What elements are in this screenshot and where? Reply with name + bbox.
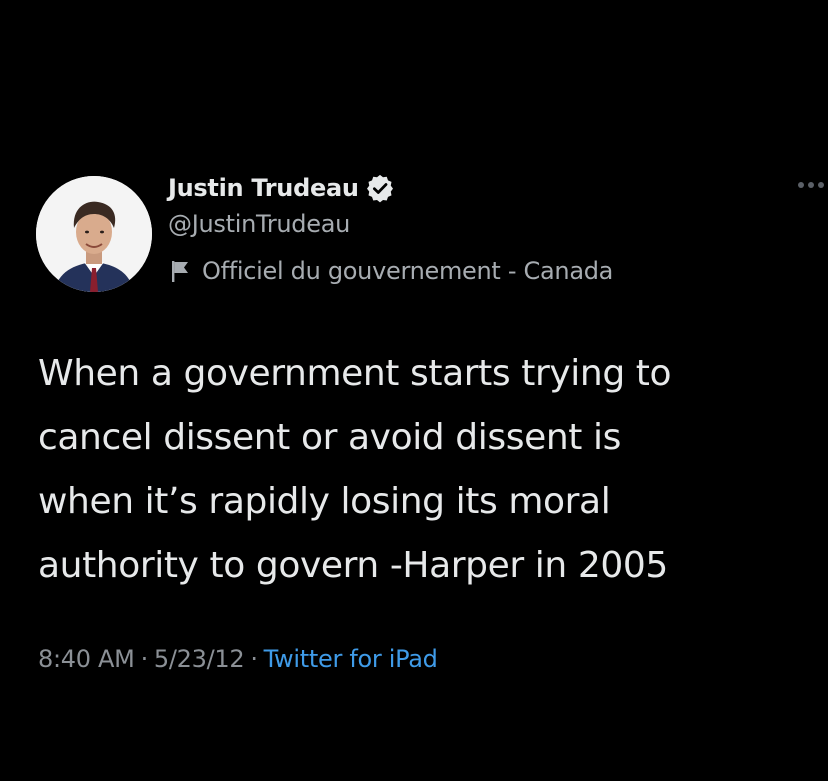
tweet-metadata: 8:40 AM · 5/23/12 · Twitter for iPad <box>38 645 438 673</box>
government-label-row: Officiel du gouvernement - Canada <box>170 257 613 285</box>
tweet-date[interactable]: 5/23/12 <box>154 645 245 673</box>
flag-icon <box>170 259 192 283</box>
author-display-name[interactable]: Justin Trudeau <box>168 174 359 202</box>
tweet-card: Justin Trudeau @JustinTrudeau Officiel d… <box>0 0 828 781</box>
more-options-icon[interactable] <box>794 178 828 192</box>
tweet-time[interactable]: 8:40 AM <box>38 645 135 673</box>
avatar-image <box>36 176 152 292</box>
meta-separator: · <box>140 645 149 673</box>
author-name-row: Justin Trudeau <box>168 170 395 206</box>
tweet-text: When a government starts trying to cance… <box>38 353 672 586</box>
government-label: Officiel du gouvernement - Canada <box>202 257 614 285</box>
tweet-source-link[interactable]: Twitter for iPad <box>264 645 438 673</box>
meta-separator: · <box>250 645 258 673</box>
author-handle[interactable]: @JustinTrudeau <box>168 210 350 238</box>
avatar[interactable] <box>36 176 152 292</box>
verified-badge-icon <box>365 173 395 203</box>
